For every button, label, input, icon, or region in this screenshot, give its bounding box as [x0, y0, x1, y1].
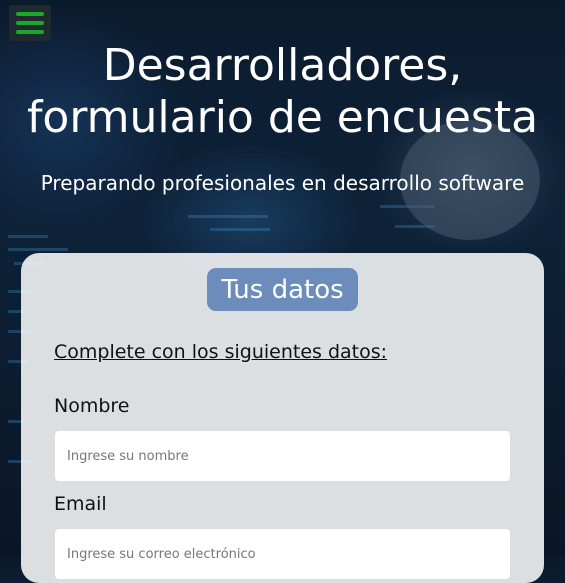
- name-input[interactable]: [54, 430, 511, 482]
- page-subtitle: Preparando profesionales en desarrollo s…: [40, 171, 525, 195]
- menu-bar: [16, 21, 44, 25]
- page-title: Desarrolladores, formulario de encuesta: [26, 40, 539, 143]
- email-input[interactable]: [54, 528, 511, 580]
- form-instruction: Complete con los siguientes datos:: [54, 341, 388, 363]
- section-title-badge: Tus datos: [207, 268, 358, 311]
- name-label: Nombre: [54, 395, 130, 417]
- hamburger-menu-icon[interactable]: [9, 5, 51, 41]
- email-label: Email: [54, 493, 107, 515]
- menu-bar: [16, 12, 44, 16]
- menu-bar: [16, 30, 44, 34]
